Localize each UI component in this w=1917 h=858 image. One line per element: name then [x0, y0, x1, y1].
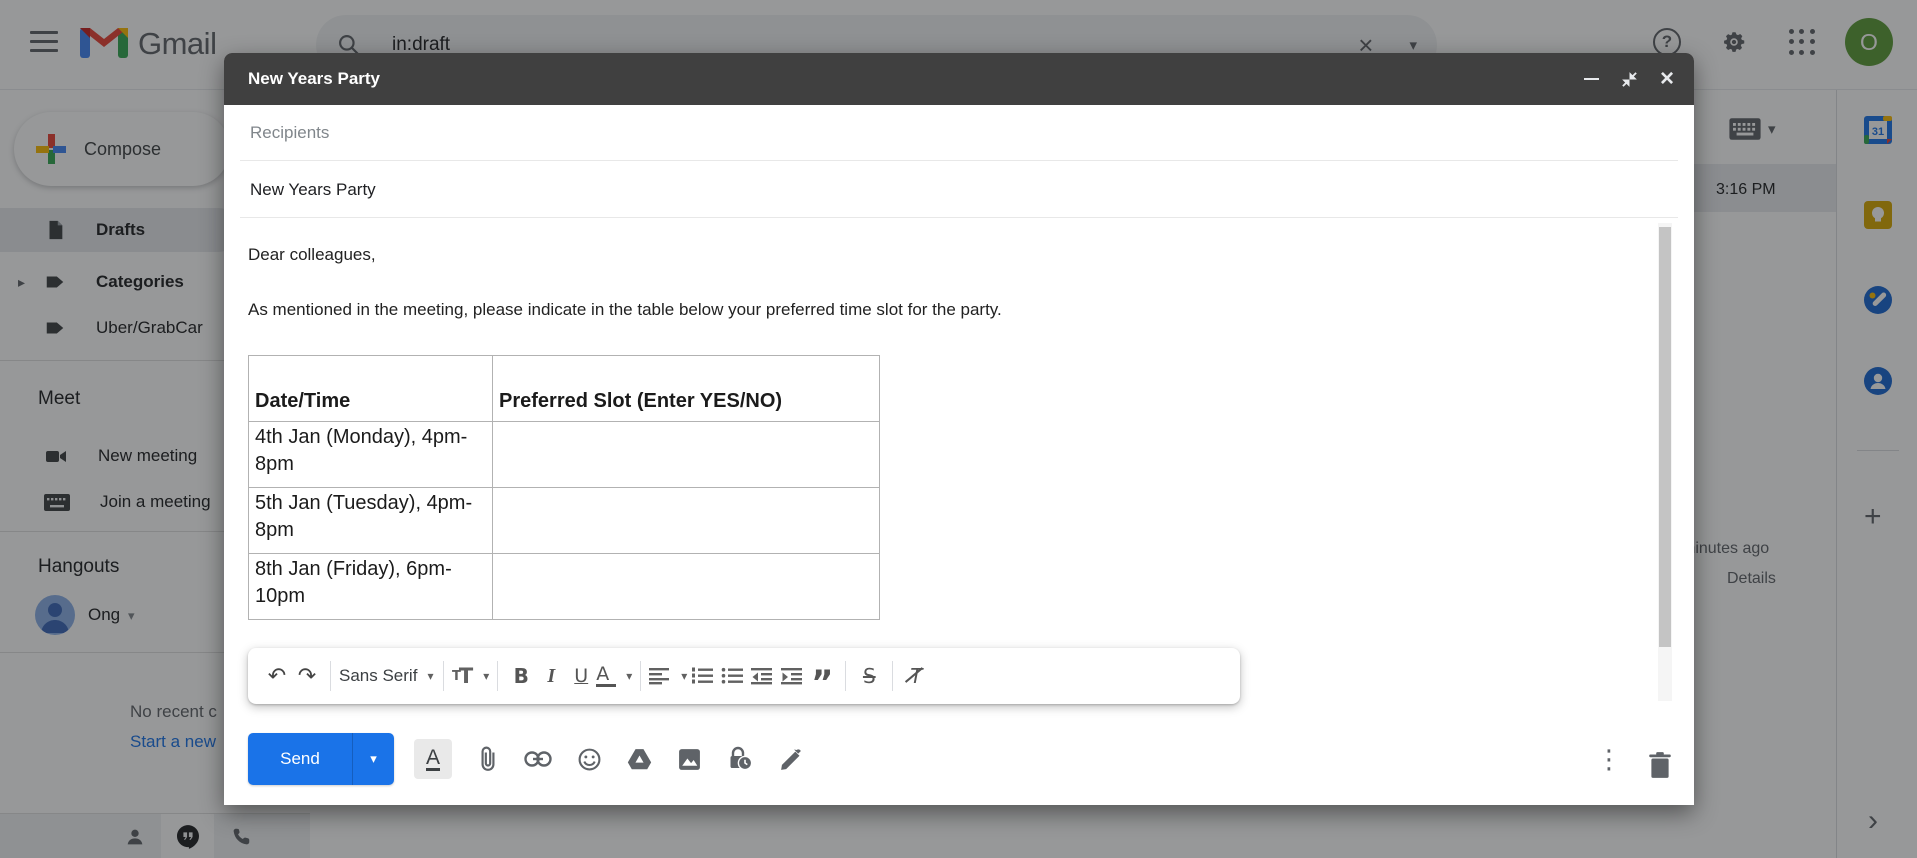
- font-size-selector[interactable]: T T ▾: [452, 658, 489, 694]
- indent-less-icon[interactable]: [747, 658, 777, 694]
- scrollbar-thumb[interactable]: [1659, 227, 1671, 647]
- bulleted-list-icon[interactable]: [717, 658, 747, 694]
- toolbar-divider: [892, 661, 893, 691]
- strikethrough-icon[interactable]: S: [854, 658, 884, 694]
- size-caret-icon: ▾: [483, 669, 489, 683]
- body-paragraph: As mentioned in the meeting, please indi…: [248, 299, 1654, 321]
- table-cell[interactable]: 5th Jan (Tuesday), 4pm-8pm: [249, 488, 493, 554]
- table-row: 8th Jan (Friday), 6pm-10pm: [249, 554, 880, 620]
- formatting-a-icon: A: [426, 748, 440, 771]
- table-header-row: Date/Time Preferred Slot (Enter YES/NO): [249, 356, 880, 422]
- undo-icon[interactable]: ↶: [262, 658, 292, 694]
- compose-window: New Years Party × Dear colleagues,: [224, 53, 1694, 805]
- exit-fullscreen-icon[interactable]: [1621, 71, 1638, 88]
- close-icon[interactable]: ×: [1660, 67, 1674, 91]
- table-row: 5th Jan (Tuesday), 4pm-8pm: [249, 488, 880, 554]
- body-scrollbar[interactable]: [1658, 223, 1672, 701]
- table-cell[interactable]: 8th Jan (Friday), 6pm-10pm: [249, 554, 493, 620]
- formatting-toolbar: ↶ ↷ Sans Serif ▾ T T ▾ B I U A ▾: [248, 648, 1240, 704]
- insert-emoji-icon[interactable]: [577, 747, 602, 772]
- text-color-icon: A: [596, 665, 616, 687]
- minimize-icon[interactable]: [1584, 78, 1599, 80]
- table-row: 4th Jan (Monday), 4pm-8pm: [249, 422, 880, 488]
- italic-icon[interactable]: I: [536, 658, 566, 694]
- table-cell[interactable]: 4th Jan (Monday), 4pm-8pm: [249, 422, 493, 488]
- more-options-icon[interactable]: ⋮: [1596, 745, 1622, 775]
- recipients-row[interactable]: [224, 105, 1694, 161]
- formatting-options-button[interactable]: A: [414, 739, 452, 779]
- redo-icon[interactable]: ↷: [292, 658, 322, 694]
- compose-action-icons: A: [414, 739, 803, 779]
- quote-icon[interactable]: ”: [807, 658, 837, 694]
- text-color-button[interactable]: A ▾: [596, 658, 632, 694]
- font-family-label: Sans Serif: [339, 666, 417, 686]
- color-caret-icon: ▾: [626, 669, 632, 683]
- toolbar-divider: [330, 661, 331, 691]
- recipients-input[interactable]: [248, 122, 1670, 144]
- size-big-t: T: [459, 664, 473, 688]
- attach-file-icon[interactable]: [477, 746, 499, 772]
- message-body-editor[interactable]: Dear colleagues, As mentioned in the mee…: [224, 218, 1694, 700]
- table-header-cell: Date/Time: [249, 356, 493, 422]
- table-header-cell: Preferred Slot (Enter YES/NO): [493, 356, 880, 422]
- toolbar-divider: [443, 661, 444, 691]
- bold-icon[interactable]: B: [506, 658, 536, 694]
- insert-link-icon[interactable]: [524, 751, 552, 767]
- table-cell[interactable]: [493, 554, 880, 620]
- align-left-icon: [649, 667, 671, 685]
- time-slot-table[interactable]: Date/Time Preferred Slot (Enter YES/NO) …: [248, 355, 880, 620]
- send-button[interactable]: Send: [248, 733, 352, 785]
- underline-icon[interactable]: U: [566, 658, 596, 694]
- body-paragraph: Dear colleagues,: [248, 244, 1654, 266]
- font-caret-icon: ▾: [427, 669, 433, 683]
- discard-draft-trash-icon[interactable]: [1648, 751, 1672, 779]
- remove-formatting-icon[interactable]: T: [901, 658, 931, 694]
- compose-actions-bar: Send ▾ A: [224, 705, 1694, 805]
- toolbar-divider: [845, 661, 846, 691]
- toolbar-divider: [497, 661, 498, 691]
- font-family-selector[interactable]: Sans Serif ▾: [339, 658, 435, 694]
- toolbar-divider: [640, 661, 641, 691]
- numbered-list-icon[interactable]: [687, 658, 717, 694]
- compose-window-title: New Years Party: [248, 69, 380, 89]
- google-drive-icon[interactable]: [627, 748, 652, 771]
- insert-photo-icon[interactable]: [677, 747, 702, 772]
- table-cell[interactable]: [493, 488, 880, 554]
- compose-window-controls: ×: [1584, 53, 1674, 105]
- gmail-screen: Gmail × ▾ ? O: [0, 0, 1917, 858]
- send-button-group: Send ▾: [248, 733, 394, 785]
- compose-header[interactable]: New Years Party ×: [224, 53, 1694, 105]
- subject-input[interactable]: [248, 179, 1670, 201]
- align-button[interactable]: ▾: [649, 658, 687, 694]
- confidential-mode-icon[interactable]: [727, 746, 753, 772]
- indent-more-icon[interactable]: [777, 658, 807, 694]
- send-options-caret-icon[interactable]: ▾: [352, 733, 394, 785]
- insert-signature-pen-icon[interactable]: [778, 747, 803, 772]
- table-cell[interactable]: [493, 422, 880, 488]
- subject-row[interactable]: [224, 161, 1694, 218]
